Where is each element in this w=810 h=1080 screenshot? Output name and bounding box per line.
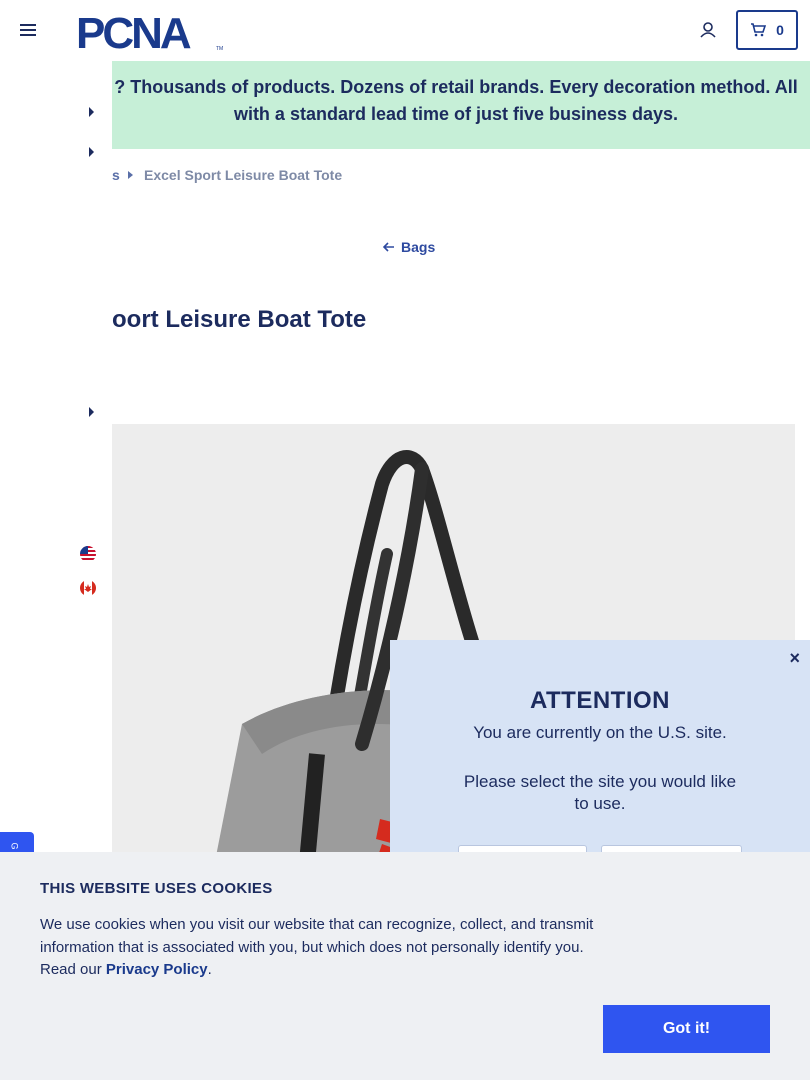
privacy-policy-link[interactable]: Privacy Policy (106, 961, 208, 978)
cookie-message: We use cookies when you visit our websit… (40, 914, 600, 982)
us-flag-icon[interactable] (80, 546, 96, 562)
product-title: oort Leisure Boat Tote (112, 306, 367, 333)
breadcrumb-separator-icon (128, 171, 133, 179)
modal-title: ATTENTION (529, 687, 671, 714)
side-menu-caret-icon[interactable] (89, 147, 94, 157)
back-to-category-link[interactable]: Bags (383, 239, 435, 255)
breadcrumb-previous[interactable]: s (112, 167, 120, 183)
svg-text:PCNA: PCNA (76, 10, 191, 52)
cookie-body-end: . (207, 961, 212, 978)
svg-text:TM: TM (216, 46, 223, 52)
back-link-label: Bags (401, 239, 436, 255)
promo-banner-text: ? Thousands of products. Dozens of retai… (114, 77, 798, 124)
promo-banner: ? Thousands of products. Dozens of retai… (112, 61, 810, 149)
breadcrumb-current: Excel Sport Leisure Boat Tote (144, 167, 343, 183)
cookie-title: THIS WEBSITE USES COOKIES (40, 880, 273, 897)
arrow-left-icon (383, 242, 394, 252)
select-site-prompt: Please select the site you would like to… (463, 772, 737, 813)
current-site-text: You are currently on the U.S. site. (473, 723, 727, 742)
pcna-logo[interactable]: PCNA TM (76, 10, 226, 52)
cookie-banner: THIS WEBSITE USES COOKIES We use cookies… (0, 852, 810, 1080)
feedback-tab-label: G (9, 842, 20, 850)
accept-cookies-button[interactable]: Got it! (603, 1005, 770, 1053)
cart-count: 0 (776, 22, 784, 38)
close-icon[interactable]: × (789, 648, 800, 669)
menu-icon[interactable] (20, 22, 36, 38)
site-selector-modal: × ATTENTION You are currently on the U.S… (390, 640, 810, 885)
canada-flag-icon[interactable] (80, 580, 96, 596)
cart-icon (751, 23, 767, 37)
account-icon[interactable] (698, 20, 718, 40)
site-header: PCNA TM 0 (0, 0, 810, 61)
side-menu-caret-icon[interactable] (89, 407, 94, 417)
side-menu-caret-icon[interactable] (89, 107, 94, 117)
cart-button[interactable]: 0 (736, 10, 798, 50)
